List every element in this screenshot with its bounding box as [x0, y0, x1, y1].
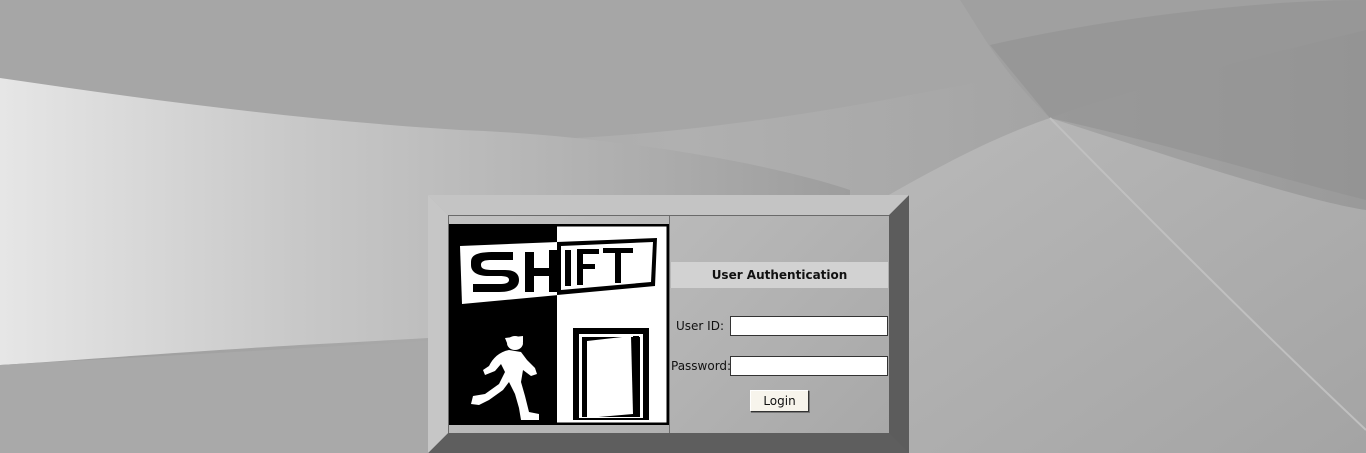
panel-divider — [669, 216, 670, 433]
auth-title: User Authentication — [671, 262, 888, 288]
password-input[interactable] — [730, 356, 888, 376]
login-button[interactable]: Login — [750, 390, 809, 412]
shift-logo — [449, 224, 669, 425]
password-label: Password: — [671, 359, 732, 373]
user-id-input[interactable] — [730, 316, 888, 336]
shift-logo-image — [449, 224, 669, 425]
user-id-label: User ID: — [676, 319, 724, 333]
login-page: User Authentication User ID: Password: L… — [0, 0, 1366, 453]
